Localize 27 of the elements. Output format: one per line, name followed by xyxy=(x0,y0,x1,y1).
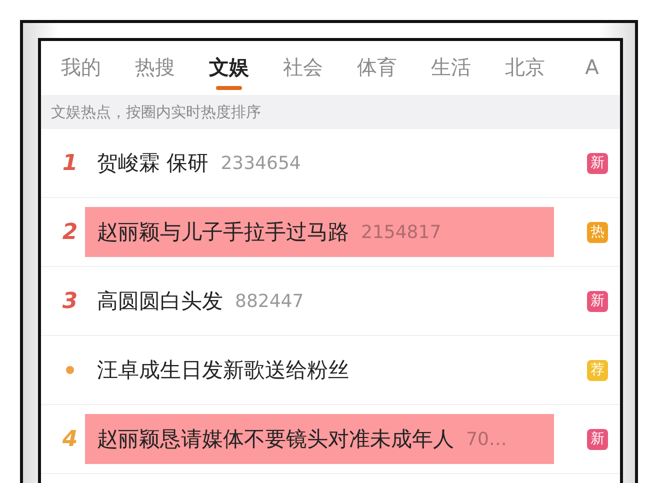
topic-title[interactable]: 赵丽颖与儿子手拉手过马路 xyxy=(97,218,349,246)
rank-number: 4 xyxy=(62,426,78,452)
topic-badge: 荐 xyxy=(587,360,608,380)
category-tab[interactable]: 社会 xyxy=(283,46,323,90)
heat-count: 882447 xyxy=(235,290,304,312)
topic-badge: 新 xyxy=(587,152,608,174)
category-tab[interactable]: 我的 xyxy=(61,46,101,90)
category-tab[interactable]: A xyxy=(579,46,605,90)
category-tab[interactable]: 北京 xyxy=(505,46,545,90)
rank-number: 2 xyxy=(62,220,78,244)
topic-title[interactable]: 高圆圆白头发 xyxy=(97,287,223,315)
topic-title[interactable]: 贺峻霖 保研 xyxy=(97,149,209,177)
heat-count: 2334654 xyxy=(220,152,301,174)
info-text: 文娱热点，按圈内实时热度排序 xyxy=(41,95,620,129)
topic-badge: 热 xyxy=(587,222,608,242)
rank-number: 1 xyxy=(62,150,78,176)
topic-badge: 新 xyxy=(587,428,608,450)
heat-count: 70… xyxy=(466,428,507,450)
topic-title[interactable]: 汪卓成生日发新歌送给粉丝 xyxy=(97,356,349,384)
topic-badge: 新 xyxy=(587,290,608,312)
heat-count: 2154817 xyxy=(361,222,442,242)
rank-number: 3 xyxy=(62,288,78,314)
category-tab[interactable]: 生活 xyxy=(431,46,471,90)
topic-title[interactable]: 赵丽颖恳请媒体不要镜头对准未成年人 xyxy=(97,425,454,453)
category-tab[interactable]: 文娱 xyxy=(209,46,249,90)
category-tab[interactable]: 体育 xyxy=(357,46,397,90)
category-tab[interactable]: 热搜 xyxy=(135,46,175,90)
